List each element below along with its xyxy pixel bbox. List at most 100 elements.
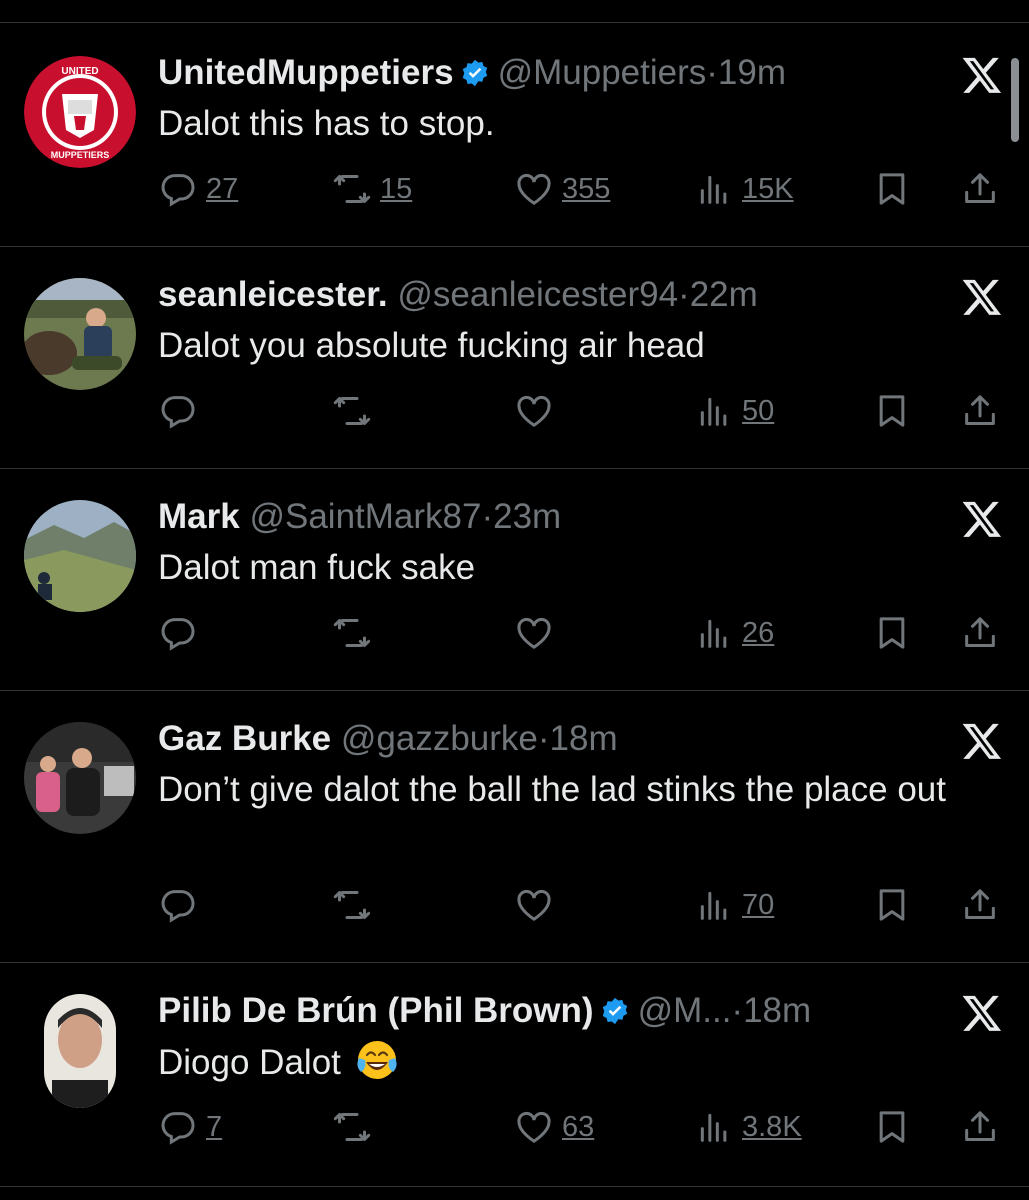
tweet-actions: 50 [158,386,1004,436]
retweet-icon [333,397,371,425]
display-name[interactable]: seanleicester. [158,275,388,314]
display-name[interactable]: Pilib De Brún (Phil Brown) [158,991,594,1030]
separator-dot: · [706,53,718,92]
tweet-text: Dalot this has to stop. [158,104,495,143]
separator-dot: · [678,275,690,314]
x-logo-icon [962,279,1002,315]
tweet[interactable]: Mark @SaintMark87·23m Dalot man fuck sak… [0,494,1029,690]
avatar[interactable] [44,994,116,1108]
bookmark-icon [879,889,905,921]
bookmark-button[interactable] [872,608,912,658]
timestamp[interactable]: 18m [743,991,811,1030]
divider [0,690,1029,691]
handle[interactable]: @seanleicester94 [397,275,678,314]
views-button[interactable]: 15K [694,164,794,214]
x-logo-icon [962,723,1002,759]
timestamp[interactable]: 22m [690,275,758,314]
bookmark-button[interactable] [872,1102,912,1152]
timestamp[interactable]: 23m [493,497,561,536]
avatar[interactable] [24,500,136,612]
like-button[interactable]: 63 [514,1102,594,1152]
bookmark-button[interactable] [872,164,912,214]
views-button[interactable]: 3.8K [694,1102,802,1152]
like-count: 63 [562,1110,595,1143]
share-button[interactable] [960,164,1000,214]
views-button[interactable]: 50 [694,386,774,436]
tweet-actions: 27 15 355 15K [158,164,1004,214]
handle[interactable]: @gazzburke [341,719,538,758]
views-button[interactable]: 26 [694,608,774,658]
tweet[interactable]: Gaz Burke @gazzburke·18m Don’t give dalo… [0,716,1029,962]
share-button[interactable] [960,386,1000,436]
share-button[interactable] [960,608,1000,658]
tweet-text: Don’t give dalot the ball the lad stinks… [158,770,946,809]
share-icon [965,395,995,425]
view-count: 50 [742,394,775,427]
retweet-icon [333,891,371,919]
display-name[interactable]: UnitedMuppetiers [158,53,454,92]
reply-button[interactable]: 27 [158,164,238,214]
reply-button[interactable] [158,608,206,658]
avatar[interactable] [24,278,136,390]
retweet-button[interactable] [332,608,380,658]
bookmark-button[interactable] [872,386,912,436]
tweet[interactable]: Pilib De Brún (Phil Brown) @M...·18m Diog… [0,988,1029,1188]
share-button[interactable] [960,880,1000,930]
reply-count: 7 [206,1110,223,1143]
reply-icon [161,174,195,207]
like-button[interactable] [514,608,562,658]
tweet-header: Mark @SaintMark87·23m [158,494,561,540]
retweet-icon [333,175,371,203]
views-icon [700,619,727,648]
views-button[interactable]: 70 [694,880,774,930]
divider [0,962,1029,963]
tweet-actions: 70 [158,880,1004,930]
like-button[interactable] [514,880,562,930]
handle[interactable]: @M... [638,991,732,1030]
verified-badge-icon [602,997,627,1025]
retweet-button[interactable] [332,1102,380,1152]
tweet[interactable]: UNITED MUPPETIERS UnitedMuppetiers @Muppe… [0,50,1029,246]
reply-button[interactable] [158,880,206,930]
like-button[interactable]: 355 [514,164,610,214]
like-count: 355 [562,172,611,205]
reply-count: 27 [206,172,239,205]
divider [0,22,1029,23]
views-icon [700,1113,727,1142]
reply-button[interactable] [158,386,206,436]
display-name[interactable]: Mark [158,497,240,536]
bookmark-icon [879,1111,905,1143]
share-button[interactable] [960,1102,1000,1152]
separator-dot: · [731,991,744,1030]
avatar[interactable] [24,722,136,834]
divider [0,468,1029,469]
handle[interactable]: @Muppetiers [498,53,707,92]
bookmark-icon [879,395,905,427]
display-name[interactable]: Gaz Burke [158,719,331,758]
tweet-header: UnitedMuppetiers @Muppetiers·19m [158,50,786,96]
timestamp[interactable]: 18m [550,719,618,758]
like-icon [517,173,551,205]
retweet-button[interactable] [332,386,380,436]
handle[interactable]: @SaintMark87 [249,497,481,536]
tweet-text: Dalot man fuck sake [158,548,476,587]
view-count: 70 [742,888,775,921]
retweet-button[interactable]: 15 [332,164,412,214]
divider [0,246,1029,247]
tweet-header: Pilib De Brún (Phil Brown) @M...·18m [158,988,811,1034]
avatar[interactable]: UNITED MUPPETIERS [24,56,136,168]
like-button[interactable] [514,386,562,436]
share-icon [965,889,995,919]
retweet-button[interactable] [332,880,380,930]
timestamp[interactable]: 19m [718,53,786,92]
bookmark-button[interactable] [872,880,912,930]
view-count: 3.8K [742,1110,802,1143]
x-logo-icon [962,995,1002,1031]
reply-icon [161,1112,195,1145]
tweet[interactable]: seanleicester. @seanleicester94·22m Dalo… [0,272,1029,468]
tweet-header: Gaz Burke @gazzburke·18m [158,716,618,762]
tweet-actions: 26 [158,608,1004,658]
bookmark-icon [879,617,905,649]
reply-button[interactable]: 7 [158,1102,222,1152]
retweet-icon [333,619,371,647]
